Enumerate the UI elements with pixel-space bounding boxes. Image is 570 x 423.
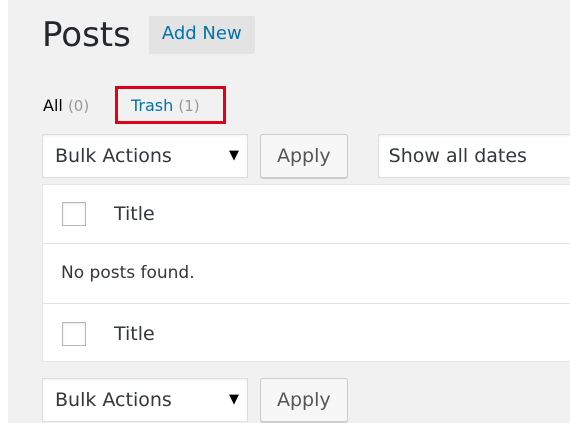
apply-button-bottom[interactable]: Apply [260, 378, 348, 422]
add-new-button[interactable]: Add New [148, 16, 255, 54]
bulk-actions-value-top: Bulk Actions [55, 145, 172, 167]
column-title-footer[interactable]: Title [114, 323, 155, 345]
select-all-checkbox-bottom[interactable] [62, 321, 86, 346]
page-header: Posts Add New [42, 12, 255, 58]
admin-sidebar-edge [0, 0, 8, 423]
tablenav-bottom: Bulk Actions ▼ Apply [42, 378, 348, 422]
triangle-down-icon: ▼ [229, 148, 239, 163]
posts-table: Title No posts found. Title [42, 184, 570, 362]
table-header-row: Title [43, 185, 570, 244]
triangle-down-icon: ▼ [229, 392, 239, 407]
bulk-actions-select-top[interactable]: Bulk Actions ▼ [42, 134, 248, 178]
view-all-link[interactable]: All [43, 94, 63, 118]
table-row: No posts found. [43, 244, 570, 302]
tablenav-top: Bulk Actions ▼ Apply Show all dates [42, 134, 570, 178]
view-trash-link[interactable]: Trash (1) [131, 94, 200, 118]
table-footer-row: Title [43, 303, 570, 363]
post-status-views: All (0) [43, 94, 89, 118]
view-trash-label[interactable]: Trash [131, 96, 173, 115]
select-all-checkbox-top[interactable] [62, 202, 86, 226]
bulk-actions-value-bottom: Bulk Actions [55, 389, 172, 411]
apply-button-top[interactable]: Apply [260, 134, 348, 178]
date-filter-select[interactable]: Show all dates [377, 134, 570, 178]
bulk-actions-select-bottom[interactable]: Bulk Actions ▼ [42, 378, 248, 422]
view-trash-count: (1) [178, 97, 200, 115]
page-title: Posts [42, 15, 131, 55]
no-posts-message: No posts found. [61, 263, 195, 283]
column-title-header[interactable]: Title [114, 203, 155, 225]
view-all-count: (0) [67, 97, 90, 115]
